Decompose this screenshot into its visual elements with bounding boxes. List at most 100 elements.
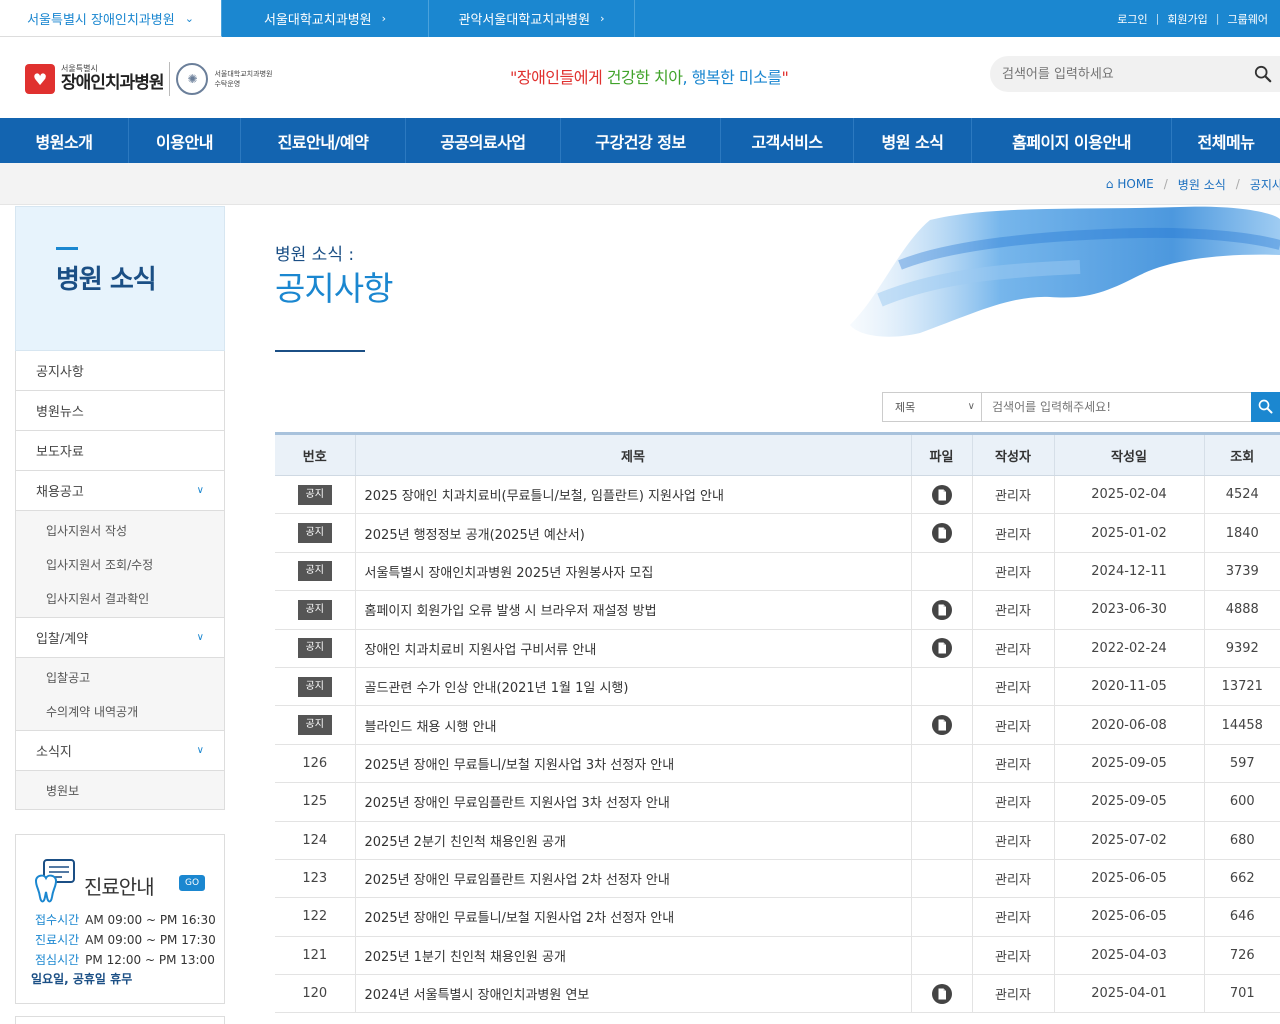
title-accent-bar	[56, 247, 78, 250]
groupware-link[interactable]: 그룹웨어	[1228, 11, 1268, 27]
nav-hospital-intro[interactable]: 병원소개	[0, 118, 129, 163]
breadcrumb-home[interactable]: HOME	[1117, 177, 1153, 191]
hours-row: 접수시간 AM 09:00 ~ PM 16:30	[35, 910, 216, 930]
nav-hospital-news[interactable]: 병원 소식	[854, 118, 972, 163]
table-row[interactable]: 공지 블라인드 채용 시행 안내 관리자 2020-06-08 14458	[275, 705, 1280, 745]
table-row[interactable]: 공지 2025년 행정정보 공개(2025년 예산서) 관리자 2025-01-02 1…	[275, 513, 1280, 553]
board-search-button[interactable]	[1251, 392, 1280, 422]
row-subject-link[interactable]: 2025년 2분기 친인척 채용인원 공개	[355, 821, 912, 860]
row-views: 726	[1204, 936, 1280, 976]
join-link[interactable]: 회원가입	[1167, 11, 1207, 27]
table-row[interactable]: 123 2025년 장애인 무료임플란트 지원사업 2차 선정자 안내 관리자 202…	[275, 859, 1280, 899]
sidebar-item-bid[interactable]: 입찰/계약 ∨	[16, 618, 224, 658]
row-subject-link[interactable]: 2024년 서울특별시 장애인치과병원 연보	[355, 974, 912, 1014]
sidebar-item-recruit[interactable]: 채용공고 ∨	[16, 471, 224, 511]
table-row[interactable]: 122 2025년 장애인 무료틀니/보철 지원사업 2차 선정자 안내 관리자 20…	[275, 897, 1280, 937]
title-underline	[275, 350, 365, 352]
sidebar-item-press[interactable]: 보도자료	[16, 431, 224, 471]
nav-all-menu[interactable]: 전체메뉴	[1172, 118, 1280, 163]
row-file	[911, 974, 973, 1014]
nav-customer-service[interactable]: 고객서비스	[721, 118, 854, 163]
search-icon[interactable]	[1254, 65, 1272, 83]
main-navigation: 병원소개 이용안내 진료안내/예약 공공의료사업 구강건강 정보 고객서비스 병…	[0, 118, 1280, 163]
breadcrumb-section[interactable]: 병원 소식	[1178, 176, 1226, 193]
breadcrumb-current[interactable]: 공지사항	[1250, 176, 1280, 193]
notice-badge: 공지	[297, 715, 332, 736]
sidebar-item-label: 소식지	[36, 745, 72, 760]
attachment-file-icon[interactable]	[931, 637, 953, 659]
attachment-file-icon[interactable]	[931, 983, 953, 1005]
row-subject-link[interactable]: 2025 장애인 치과치료비(무료틀니/보철, 임플란트) 지원사업 안내	[355, 475, 912, 515]
row-views: 4888	[1204, 590, 1280, 630]
row-date: 2020-06-08	[1054, 705, 1205, 745]
table-row[interactable]: 120 2024년 서울특별시 장애인치과병원 연보 관리자 2025-04-01 70…	[275, 974, 1280, 1014]
row-subject-link[interactable]: 홈페이지 회원가입 오류 발생 시 브라우저 재설정 방법	[355, 590, 912, 630]
site-logo[interactable]: ♥ 서울특별시 장애인치과병원 ✺ 서울대학교치과병원 수탁운영	[25, 62, 272, 96]
sidebar-subitem[interactable]: 병원보	[16, 773, 224, 807]
row-subject-link[interactable]: 2025년 장애인 무료임플란트 지원사업 3차 선정자 안내	[355, 782, 912, 822]
nav-site-guide[interactable]: 홈페이지 이용안내	[972, 118, 1172, 163]
table-row[interactable]: 공지 2025 장애인 치과치료비(무료틀니/보철, 임플란트) 지원사업 안내 관…	[275, 475, 1280, 515]
table-row[interactable]: 124 2025년 2분기 친인척 채용인원 공개 관리자 2025-07-02 680	[275, 821, 1280, 860]
row-subject-link[interactable]: 서울특별시 장애인치과병원 2025년 자원봉사자 모집	[355, 552, 912, 592]
sidebar-item-newsletter[interactable]: 소식지 ∨	[16, 731, 224, 771]
site-header: ♥ 서울특별시 장애인치과병원 ✺ 서울대학교치과병원 수탁운영 "장애인들에게…	[0, 37, 1280, 118]
row-date: 2025-06-05	[1054, 859, 1205, 899]
attachment-file-icon[interactable]	[931, 522, 953, 544]
nav-public-medical[interactable]: 공공의료사업	[406, 118, 561, 163]
nav-treatment-reservation[interactable]: 진료안내/예약	[241, 118, 406, 163]
column-header-date: 작성일	[1054, 432, 1205, 476]
row-subject-link[interactable]: 2025년 1분기 친인척 채용인원 공개	[355, 936, 912, 976]
sidebar-item-news[interactable]: 병원뉴스	[16, 391, 224, 431]
clinic-go-button[interactable]: GO	[179, 875, 205, 891]
sidebar-subitem[interactable]: 수의계약 내역공개	[16, 694, 224, 728]
search-icon	[1258, 399, 1273, 414]
table-row[interactable]: 공지 홈페이지 회원가입 오류 발생 시 브라우저 재설정 방법 관리자 2023-0…	[275, 590, 1280, 630]
search-field-select[interactable]: 제목 ∨	[882, 392, 982, 422]
hospital-tab-gwanak[interactable]: 관악서울대학교치과병원 ›	[429, 0, 635, 37]
hospital-tab-disabled[interactable]: 서울특별시 장애인치과병원 ⌄	[0, 0, 222, 37]
table-row[interactable]: 공지 골드관련 수가 인상 안내(2021년 1월 1일 시행) 관리자 2020-1…	[275, 667, 1280, 707]
row-subject-link[interactable]: 2025년 장애인 무료틀니/보철 지원사업 3차 선정자 안내	[355, 744, 912, 784]
row-file	[911, 859, 973, 899]
snu-operator-text: 서울대학교치과병원 수탁운영	[214, 69, 272, 90]
row-number: 120	[275, 974, 356, 1014]
board-search-input[interactable]	[982, 392, 1252, 422]
table-row[interactable]: 126 2025년 장애인 무료틀니/보철 지원사업 3차 선정자 안내 관리자 20…	[275, 744, 1280, 784]
chevron-down-icon: ∨	[196, 632, 204, 643]
row-file	[911, 744, 973, 784]
row-subject-link[interactable]: 블라인드 채용 시행 안내	[355, 705, 912, 745]
sidebar-item-label: 채용공고	[36, 485, 84, 500]
row-subject-link[interactable]: 2025년 장애인 무료틀니/보철 지원사업 2차 선정자 안내	[355, 897, 912, 937]
row-file	[911, 667, 973, 707]
row-subject-link[interactable]: 2025년 행정정보 공개(2025년 예산서)	[355, 513, 912, 553]
attachment-file-icon[interactable]	[931, 484, 953, 506]
nav-usage-guide[interactable]: 이용안내	[129, 118, 241, 163]
sidebar-subitem[interactable]: 입사지원서 결과확인	[16, 581, 224, 615]
row-subject-link[interactable]: 장애인 치과치료비 지원사업 구비서류 안내	[355, 629, 912, 668]
breadcrumb-separator: /	[1163, 177, 1168, 191]
slogan-part: 건강한 치아	[606, 68, 683, 87]
row-file	[911, 629, 973, 668]
row-subject-link[interactable]: 골드관련 수가 인상 안내(2021년 1월 1일 시행)	[355, 667, 912, 707]
login-link[interactable]: 로그인	[1117, 11, 1147, 27]
sidebar-subitem[interactable]: 입사지원서 조회/수정	[16, 547, 224, 581]
sidebar-item-notice[interactable]: 공지사항	[16, 351, 224, 391]
select-value: 제목	[895, 401, 916, 414]
nav-oral-health[interactable]: 구강건강 정보	[561, 118, 721, 163]
hospital-tab-snu[interactable]: 서울대학교치과병원 ›	[222, 0, 429, 37]
clinic-hours: 접수시간 AM 09:00 ~ PM 16:30 진료시간 AM 09:00 ~ P…	[35, 910, 216, 970]
sidebar-subitem[interactable]: 입찰공고	[16, 660, 224, 694]
attachment-file-icon[interactable]	[931, 599, 953, 621]
table-row[interactable]: 121 2025년 1분기 친인척 채용인원 공개 관리자 2025-04-03 726	[275, 936, 1280, 976]
attachment-file-icon[interactable]	[931, 714, 953, 736]
notice-badge: 공지	[297, 676, 332, 697]
table-row[interactable]: 공지 서울특별시 장애인치과병원 2025년 자원봉사자 모집 관리자 2024-12…	[275, 552, 1280, 592]
row-subject-link[interactable]: 2025년 장애인 무료임플란트 지원사업 2차 선정자 안내	[355, 859, 912, 899]
row-number: 공지	[275, 667, 356, 707]
site-search-input[interactable]	[990, 66, 1240, 82]
sidebar-subitem[interactable]: 입사지원서 작성	[16, 513, 224, 547]
table-row[interactable]: 공지 장애인 치과치료비 지원사업 구비서류 안내 관리자 2022-02-24 939…	[275, 629, 1280, 668]
brush-stroke-decoration	[850, 206, 1280, 337]
table-row[interactable]: 125 2025년 장애인 무료임플란트 지원사업 3차 선정자 안내 관리자 202…	[275, 782, 1280, 822]
